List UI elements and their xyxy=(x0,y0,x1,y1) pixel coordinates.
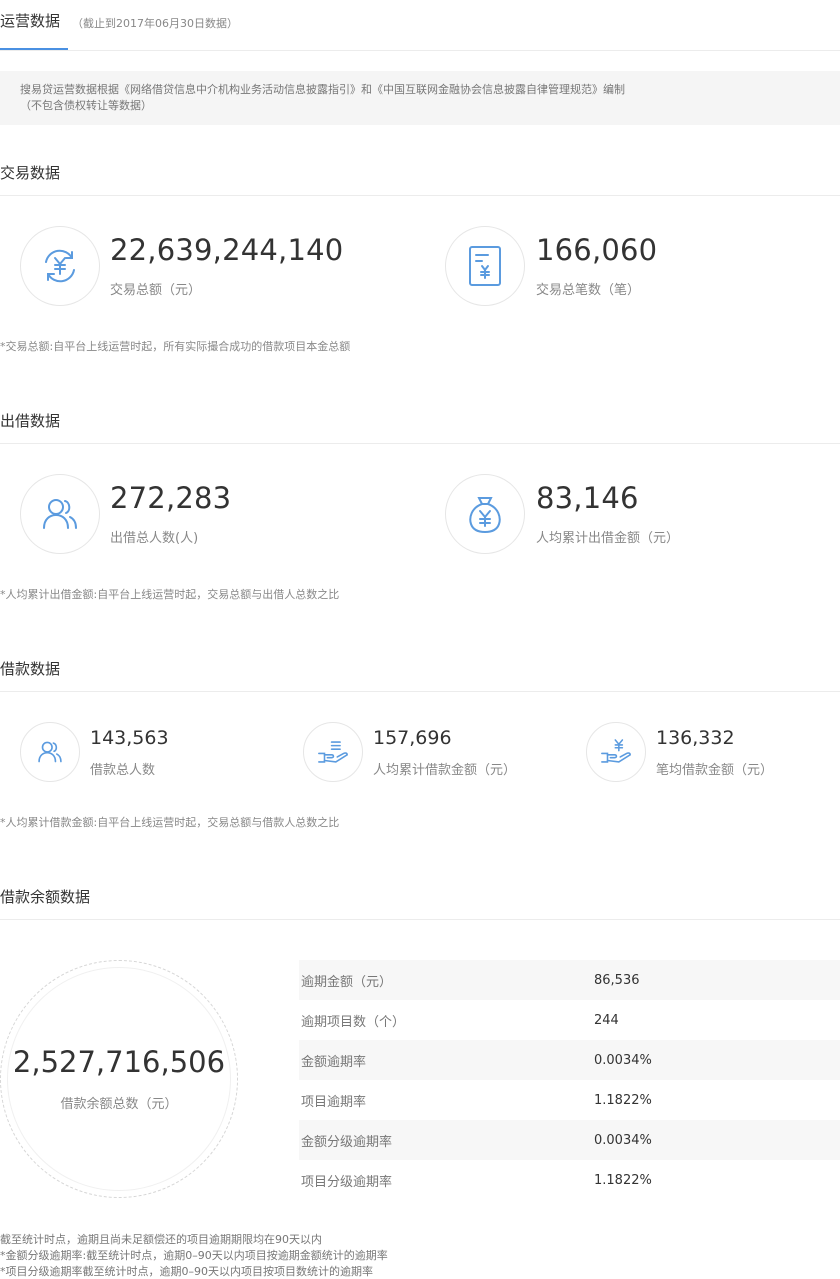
footnote-line: *项目分级逾期率截至统计时点，逾期0–90天以内项目按项目数统计的逾期率 xyxy=(0,1265,373,1278)
lender-count-label: 出借总人数(人) xyxy=(110,531,199,546)
avg-per-loan-amount-label: 笔均借款金额（元） xyxy=(656,763,774,778)
overdue-count-label: 逾期项目数（个） xyxy=(301,1014,406,1030)
table-row: 逾期金额（元） 86,536 xyxy=(299,960,840,1000)
table-row: 项目分级逾期率 1.1822% xyxy=(299,1160,840,1200)
trade-total-amount-label: 交易总额（元） xyxy=(110,283,202,298)
avg-per-loan-amount-value: 136,332 xyxy=(656,727,735,749)
lender-count-value: 272,283 xyxy=(110,481,232,515)
project-overdue-rate-value: 1.1822% xyxy=(594,1092,652,1108)
page-header: 运营数据 （截止到2017年06月30日数据） xyxy=(0,0,840,51)
money-bag-icon xyxy=(445,474,525,554)
balance-footnotes: 截至统计时点，逾期且尚未足额偿还的项目逾期期限均在90天以内 *金额分级逾期率:… xyxy=(0,1232,388,1279)
trade-total-amount-value: 22,639,244,140 xyxy=(110,233,344,267)
section-divider xyxy=(0,691,840,692)
borrower-count-value: 143,563 xyxy=(90,727,169,749)
balance-total-label: 借款余额总数（元） xyxy=(60,1097,178,1112)
project-graded-overdue-rate-label: 项目分级逾期率 xyxy=(301,1174,393,1190)
document-yuan-icon xyxy=(445,226,525,306)
users-icon xyxy=(20,474,100,554)
borrower-count-label: 借款总人数 xyxy=(90,763,156,778)
section-divider xyxy=(0,919,840,920)
table-row: 金额逾期率 0.0034% xyxy=(299,1040,840,1080)
overdue-count-value: 244 xyxy=(594,1012,619,1028)
amount-overdue-rate-value: 0.0034% xyxy=(594,1052,652,1068)
footnote-line: *金额分级逾期率:截至统计时点，逾期0–90天以内项目按逾期金额统计的逾期率 xyxy=(0,1249,388,1262)
balance-total-value: 2,527,716,506 xyxy=(12,1045,226,1079)
avg-borrow-amount-value: 157,696 xyxy=(373,727,452,749)
overdue-amount-label: 逾期金额（元） xyxy=(301,974,393,990)
active-tab-indicator xyxy=(0,48,68,50)
amount-graded-overdue-rate-value: 0.0034% xyxy=(594,1132,652,1148)
avg-lend-amount-label: 人均累计出借金额（元） xyxy=(536,531,680,546)
hand-coins-icon xyxy=(303,722,363,782)
users-icon xyxy=(20,722,80,782)
notice-line-2: （不包含债权转让等数据） xyxy=(20,99,152,112)
project-graded-overdue-rate-value: 1.1822% xyxy=(594,1172,652,1188)
section-title-lend: 出借数据 xyxy=(0,412,61,430)
borrow-note: *人均累计借款金额:自平台上线运营时起，交易总额与借款人总数之比 xyxy=(0,816,340,829)
trade-note: *交易总额:自平台上线运营时起，所有实际撮合成功的借款项目本金总额 xyxy=(0,340,351,353)
section-title-trade: 交易数据 xyxy=(0,164,61,182)
notice-line-1: 搜易贷运营数据根据《网络借贷信息中介机构业务活动信息披露指引》和《中国互联网金融… xyxy=(20,83,625,96)
data-cutoff-date: （截止到2017年06月30日数据） xyxy=(72,17,238,30)
tab-operation-data[interactable]: 运营数据 xyxy=(0,10,60,31)
balance-ring xyxy=(0,960,238,1198)
avg-lend-amount-value: 83,146 xyxy=(536,481,639,515)
lend-note: *人均累计出借金额:自平台上线运营时起，交易总额与出借人总数之比 xyxy=(0,588,340,601)
hand-yuan-icon xyxy=(586,722,646,782)
section-title-borrow: 借款数据 xyxy=(0,660,61,678)
trade-total-count-value: 166,060 xyxy=(536,233,658,267)
project-overdue-rate-label: 项目逾期率 xyxy=(301,1094,367,1110)
overdue-amount-value: 86,536 xyxy=(594,972,640,988)
exchange-yuan-icon xyxy=(20,226,100,306)
footnote-line: 截至统计时点，逾期且尚未足额偿还的项目逾期期限均在90天以内 xyxy=(0,1233,322,1246)
trade-total-count-label: 交易总笔数（笔） xyxy=(536,283,641,298)
avg-borrow-amount-label: 人均累计借款金额（元） xyxy=(373,763,517,778)
disclosure-notice: 搜易贷运营数据根据《网络借贷信息中介机构业务活动信息披露指引》和《中国互联网金融… xyxy=(0,71,840,125)
section-divider xyxy=(0,443,840,444)
section-title-balance: 借款余额数据 xyxy=(0,888,91,906)
section-divider xyxy=(0,195,840,196)
table-row: 项目逾期率 1.1822% xyxy=(299,1080,840,1120)
overdue-table: 逾期金额（元） 86,536 逾期项目数（个） 244 金额逾期率 0.0034… xyxy=(299,960,840,1200)
table-row: 逾期项目数（个） 244 xyxy=(299,1000,840,1040)
balance-ring-inner xyxy=(7,967,231,1191)
table-row: 金额分级逾期率 0.0034% xyxy=(299,1120,840,1160)
amount-graded-overdue-rate-label: 金额分级逾期率 xyxy=(301,1134,393,1150)
amount-overdue-rate-label: 金额逾期率 xyxy=(301,1054,367,1070)
